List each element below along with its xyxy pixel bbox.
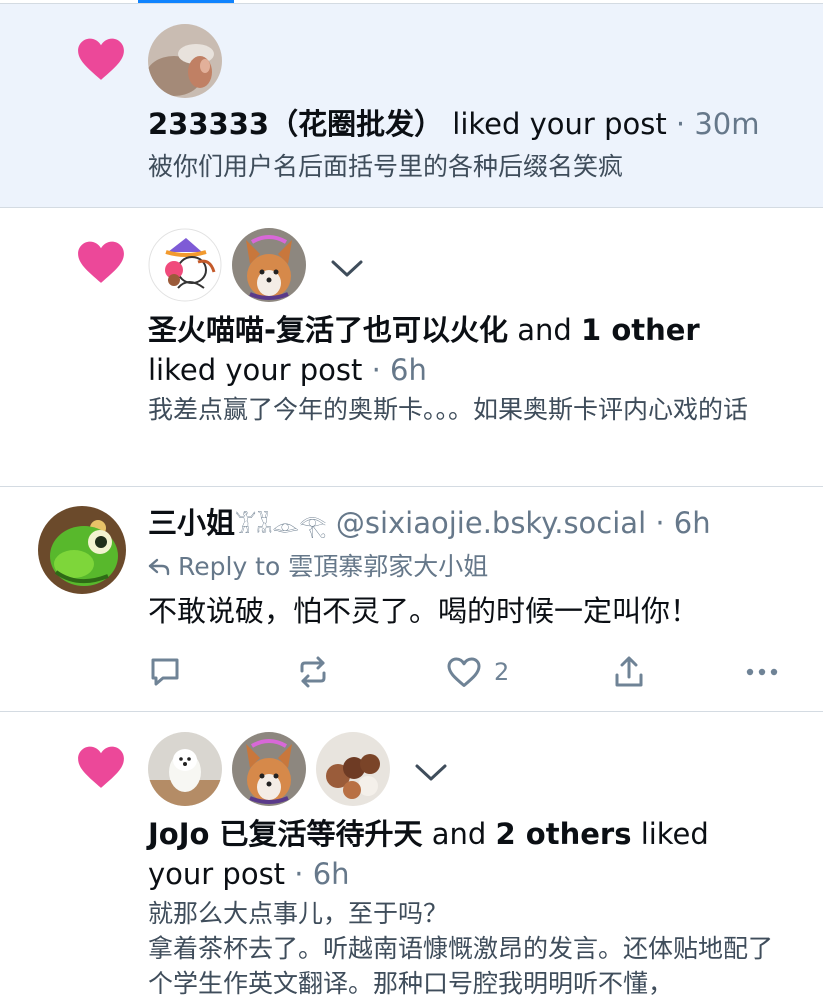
avatar[interactable]: [148, 228, 222, 302]
post-text: 不敢说破，怕不灵了。喝的时候一定叫你！: [148, 594, 700, 628]
actor-name[interactable]: JoJo 已复活等待升天: [148, 817, 423, 851]
reply-arrow-icon: [148, 551, 170, 585]
timestamp: · 6h: [294, 857, 350, 891]
like-count: 2: [494, 658, 510, 686]
author-handle[interactable]: @sixiaojie.bsky.social: [336, 506, 646, 540]
share-button[interactable]: [612, 652, 646, 692]
timestamp: · 6h: [371, 353, 427, 387]
timestamp: · 30m: [675, 107, 760, 141]
avatar[interactable]: [316, 732, 390, 806]
timestamp: · 6h: [655, 506, 711, 540]
author-avatar[interactable]: [38, 506, 126, 594]
actor-name[interactable]: 圣火喵喵-复活了也可以火化: [148, 313, 508, 347]
repost-icon: [296, 655, 330, 689]
author-name-suffix: 𓀠𓀡𓁼𓂀: [235, 514, 327, 539]
heart-icon: [76, 36, 126, 82]
and-text: and: [431, 817, 487, 851]
others-count[interactable]: 1 other: [581, 313, 700, 347]
author-name[interactable]: 三小姐: [148, 506, 235, 540]
notification-like[interactable]: 233333（花圈批发） liked your post · 30m 被你们用户…: [0, 4, 823, 208]
reply-to-label[interactable]: Reply to 雲頂寨郭家大小姐: [178, 552, 488, 581]
action-text: your post: [148, 857, 286, 891]
avatar[interactable]: [232, 228, 306, 302]
action-text: liked your post: [452, 107, 667, 141]
snippet-line: 拿着茶杯去了。听越南语慷慨激昂的发言。还体贴地配了个学生作英文翻译。那种口号腔我…: [148, 934, 774, 998]
heart-icon: [76, 239, 126, 285]
avatar[interactable]: [148, 24, 222, 98]
action-text: liked your post: [148, 353, 363, 387]
notification-like[interactable]: JoJo 已复活等待升天 and 2 others liked your pos…: [0, 712, 823, 1002]
heart-icon: [76, 744, 126, 790]
post-snippet: 就那么大点事儿，至于吗？ 拿着茶杯去了。听越南语慷慨激昂的发言。还体贴地配了个学…: [148, 896, 793, 1001]
chevron-down-icon[interactable]: [330, 258, 364, 278]
and-text: and: [517, 313, 572, 347]
snippet-line: 就那么大点事儿，至于吗？: [148, 899, 449, 928]
post-snippet: 我差点赢了今年的奥斯卡。。。如果奥斯卡评内心戏的话: [148, 395, 749, 424]
reply-icon: [148, 655, 182, 689]
share-icon: [612, 655, 646, 689]
action-text: liked: [640, 817, 709, 851]
more-button[interactable]: [744, 652, 780, 692]
others-count[interactable]: 2 others: [496, 817, 632, 851]
reply-button[interactable]: [148, 652, 182, 692]
like-icon: [446, 655, 482, 689]
more-icon: [744, 655, 780, 689]
chevron-down-icon[interactable]: [414, 762, 448, 782]
like-button[interactable]: 2: [446, 652, 509, 692]
post-snippet: 被你们用户名后面括号里的各种后缀名笑疯: [148, 152, 624, 181]
avatar[interactable]: [148, 732, 222, 806]
notification-like[interactable]: 圣火喵喵-复活了也可以火化 and 1 other liked your pos…: [0, 208, 823, 487]
avatar[interactable]: [232, 732, 306, 806]
repost-button[interactable]: [296, 652, 330, 692]
actor-name[interactable]: 233333（花圈批发）: [148, 107, 443, 141]
